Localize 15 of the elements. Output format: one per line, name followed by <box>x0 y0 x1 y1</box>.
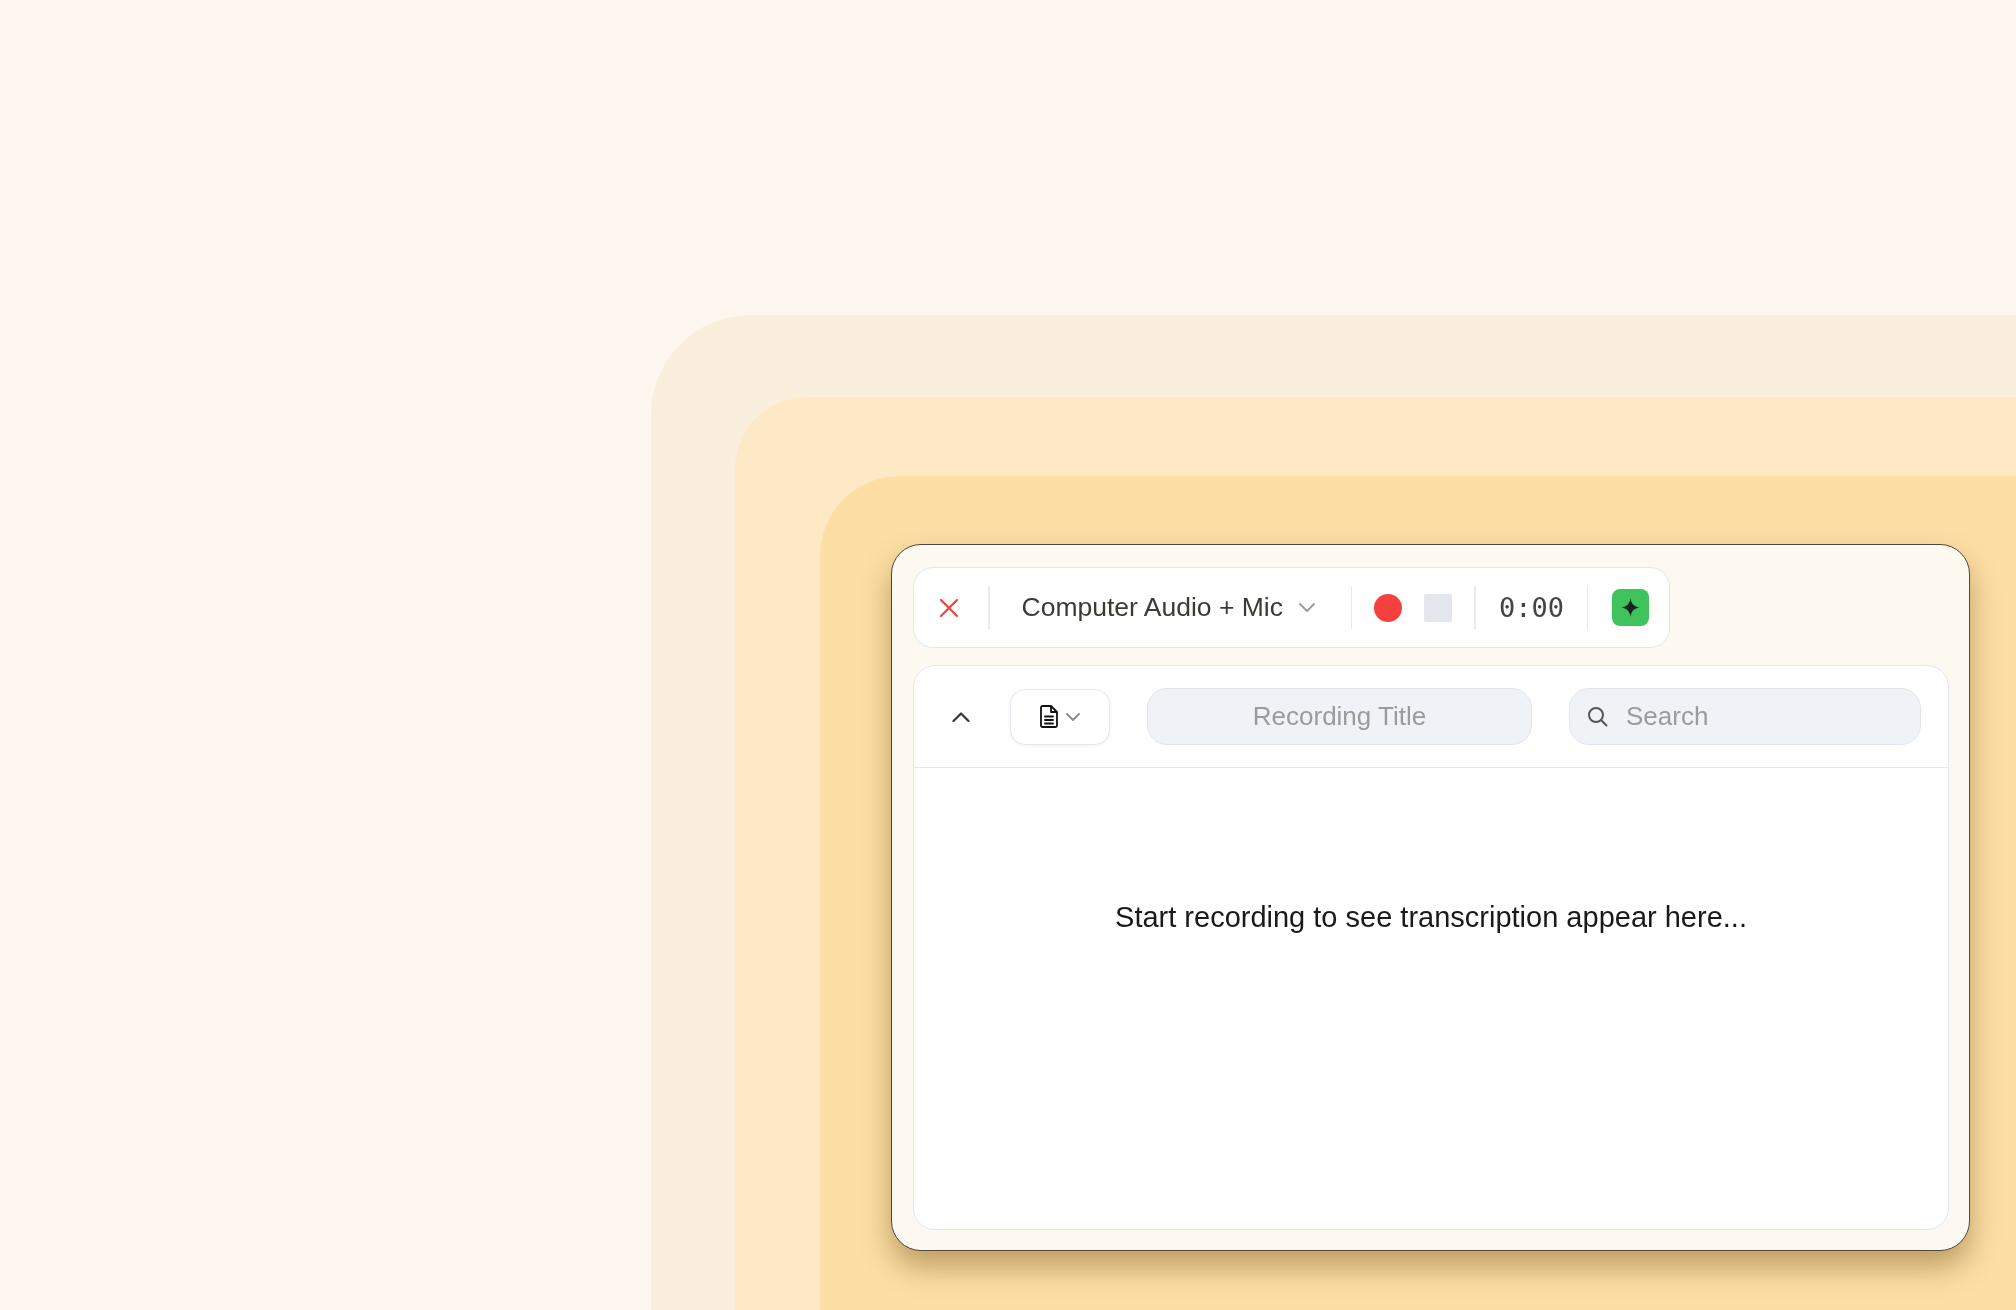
chevron-down-icon <box>1066 712 1080 721</box>
audio-source-dropdown[interactable]: Computer Audio + Mic <box>1007 586 1329 629</box>
chevron-up-icon <box>952 711 970 722</box>
empty-state-message: Start recording to see transcription appear here... <box>1115 900 1747 934</box>
document-icon <box>1040 705 1058 728</box>
title-field[interactable]: Recording Title <box>1147 688 1532 745</box>
search-icon <box>1587 706 1608 727</box>
record-button[interactable] <box>1374 593 1403 622</box>
sparkle-icon <box>1621 598 1641 617</box>
search-field[interactable]: Search <box>1569 688 1921 745</box>
sparkle-button[interactable] <box>1612 589 1650 626</box>
elapsed-time: 0:00 <box>1498 592 1564 623</box>
chevron-down-icon <box>1298 603 1315 612</box>
close-icon <box>939 597 959 618</box>
document-menu-button[interactable] <box>1010 688 1110 745</box>
